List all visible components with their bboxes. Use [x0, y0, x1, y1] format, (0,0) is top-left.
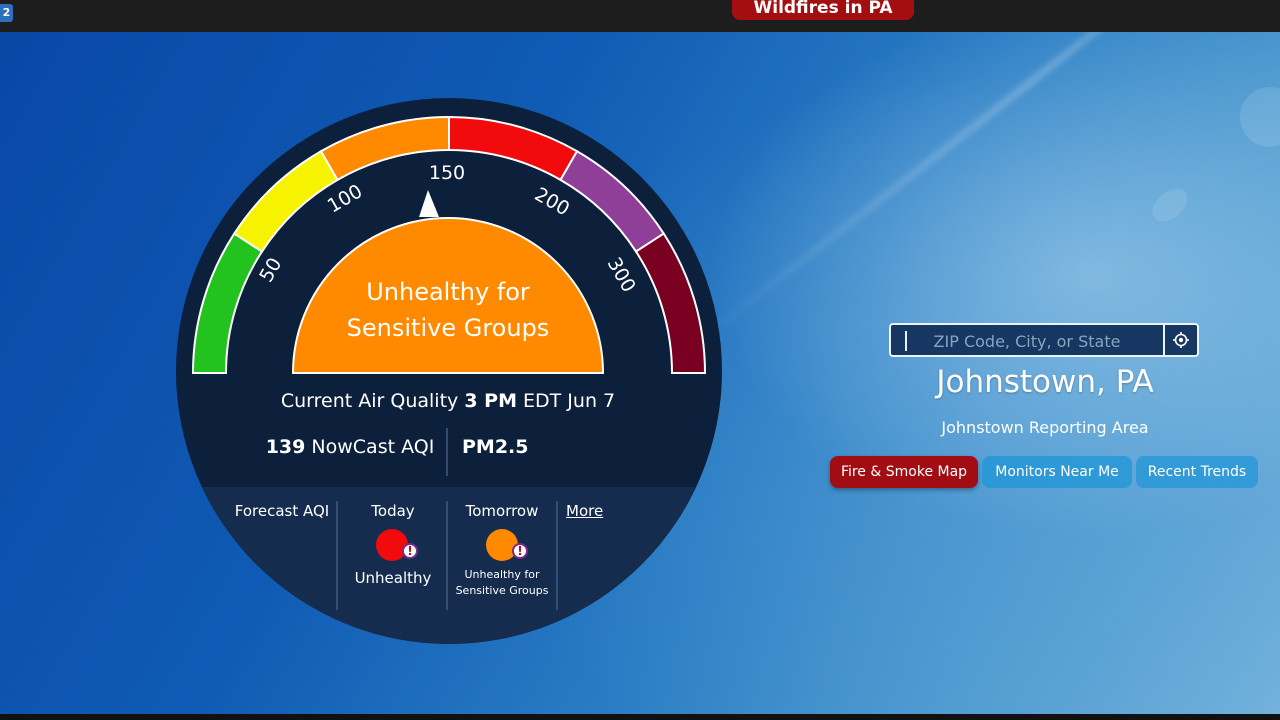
alert-icon: ! — [512, 543, 528, 559]
forecast-tomorrow-category: Unhealthy for Sensitive Groups — [455, 568, 549, 597]
nowcast-value: 139 — [265, 436, 306, 458]
lens-flare — [1146, 182, 1194, 228]
current-time: 3 PM — [464, 390, 517, 412]
aqi-gauge: 50 100 150 200 300 Unhealthy for Sensiti… — [176, 98, 722, 644]
location-target-icon[interactable] — [1163, 325, 1197, 355]
alert-icon: ! — [402, 543, 418, 559]
lens-flare — [1240, 87, 1280, 147]
forecast-today-label: Today — [371, 502, 415, 520]
top-bar: 2 Wildfires in PA — [0, 0, 1280, 32]
forecast-title: Forecast AQI — [234, 502, 330, 520]
wildfire-alert-banner[interactable]: Wildfires in PA — [732, 0, 914, 20]
reporting-area: Johnstown Reporting Area — [941, 418, 1149, 437]
tick-label: 150 — [429, 162, 465, 184]
fire-smoke-map-button[interactable]: Fire & Smoke Map — [830, 456, 978, 488]
current-suffix: EDT Jun 7 — [523, 390, 616, 412]
forecast-more-link[interactable]: More — [566, 502, 603, 520]
crosshair-icon — [1173, 332, 1189, 348]
monitors-near-me-button[interactable]: Monitors Near Me — [982, 456, 1132, 488]
category-label-line2: Sensitive Groups — [347, 314, 550, 342]
current-air-quality: Current Air Quality 3 PM EDT Jun 7 — [250, 390, 646, 412]
recent-trends-button[interactable]: Recent Trends — [1136, 456, 1258, 488]
bottom-strip — [0, 714, 1280, 720]
current-prefix: Current Air Quality — [280, 390, 459, 412]
light-beam — [677, 32, 1280, 360]
location-search — [889, 323, 1199, 357]
forecast-tomorrow-label: Tomorrow — [465, 502, 539, 520]
search-input[interactable] — [899, 327, 1155, 355]
city-name: Johnstown, PA — [936, 364, 1154, 400]
forecast-today-category: Unhealthy — [354, 569, 432, 587]
nowcast-aqi: 139 NowCast AQI — [260, 436, 440, 458]
corner-badge: 2 — [0, 4, 13, 22]
pollutant-label: PM2.5 — [462, 436, 529, 458]
category-label-line1: Unhealthy for — [366, 278, 530, 306]
nowcast-label: NowCast AQI — [311, 436, 435, 458]
